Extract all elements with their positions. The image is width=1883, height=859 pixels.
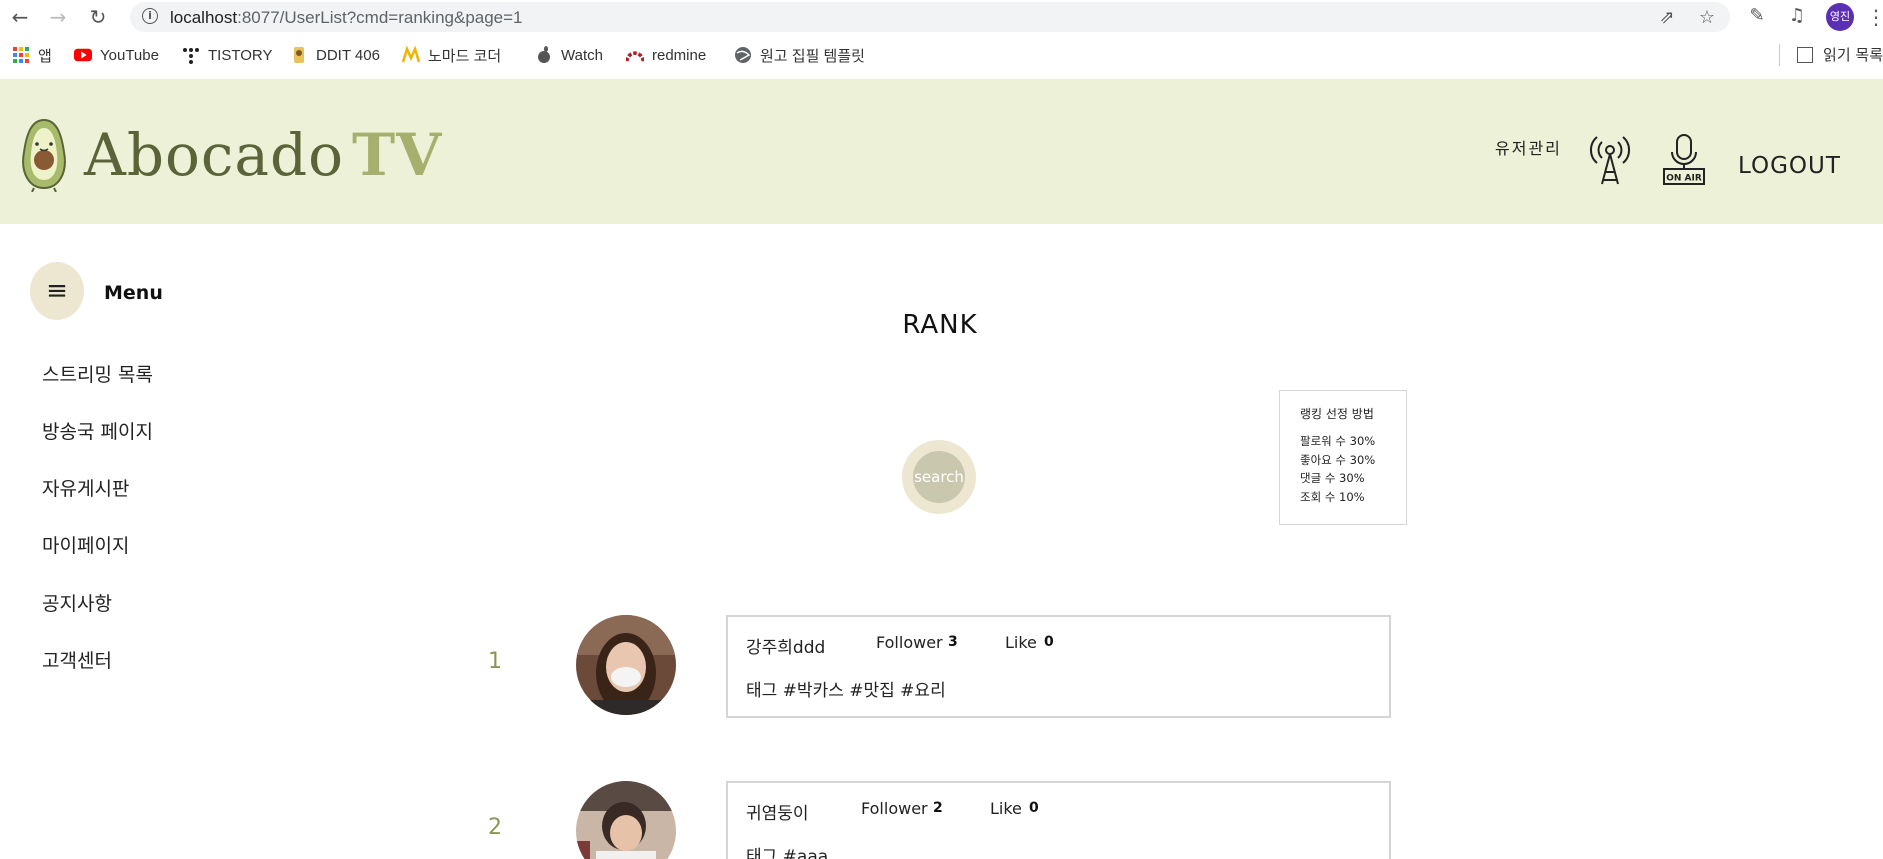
sidebar-item-streaming-list[interactable]: 스트리밍 목록: [42, 360, 153, 387]
tag-list: 태그 #박카스 #맛집 #요리: [746, 681, 946, 701]
back-arrow-icon[interactable]: ←: [8, 5, 32, 29]
media-control-icon[interactable]: ♫: [1786, 5, 1808, 27]
reading-list-icon: [1797, 46, 1814, 63]
ranking-criteria-box: 랭킹 선정 방법 팔로워 수 30% 좋아요 수 30% 댓글 수 30% 조회…: [1279, 390, 1407, 525]
avatar[interactable]: [576, 615, 676, 715]
bookmark-watch[interactable]: Watch: [535, 44, 603, 66]
globe-icon: [735, 47, 751, 63]
ranking-card[interactable]: 귀염둥이 Follower 2 Like 0 태그 #aaa: [726, 781, 1391, 859]
search-button-label: search: [913, 451, 965, 503]
bookmarks-divider: [1779, 44, 1780, 66]
url-text[interactable]: localhost:8077/UserList?cmd=ranking&page…: [170, 8, 523, 28]
site-info-icon[interactable]: i: [142, 8, 158, 24]
bookmarks-bar: 앱 YouTube TISTORY DDIT 406 노마드 코더 Watch …: [0, 38, 1883, 72]
ranking-criteria-line: 댓글 수 30%: [1300, 471, 1365, 485]
logo-text: Abocado TV: [84, 121, 443, 189]
redmine-icon: [626, 51, 644, 62]
rank-number: 1: [488, 649, 502, 674]
logout-button[interactable]: LOGOUT: [1738, 153, 1841, 179]
nomad-icon: [402, 46, 420, 63]
avatar[interactable]: [576, 781, 676, 859]
user-manage-link[interactable]: 유저관리: [1495, 135, 1562, 159]
extensions-puzzle-icon[interactable]: ✎: [1746, 5, 1768, 27]
broadcast-tower-icon[interactable]: [1588, 134, 1632, 186]
rank-number: 2: [488, 815, 502, 840]
like-label: Like: [1005, 633, 1037, 652]
follower-label: Follower: [876, 633, 943, 652]
like-count: 0: [1029, 800, 1039, 816]
browser-menu-icon[interactable]: ⋮: [1866, 3, 1883, 31]
like-count: 0: [1044, 634, 1054, 650]
search-button[interactable]: search: [902, 440, 976, 514]
on-air-label: ON AIR: [1666, 174, 1702, 184]
hamburger-menu-button[interactable]: ≡: [30, 262, 84, 320]
bookmark-ddit[interactable]: DDIT 406: [290, 44, 380, 66]
tag-list: 태그 #aaa: [746, 847, 829, 859]
ranking-criteria-line: 조회 수 10%: [1300, 489, 1365, 504]
bookmark-template[interactable]: 원고 집필 템플릿: [734, 44, 865, 66]
page-title: RANK: [902, 310, 978, 340]
ranking-card[interactable]: 강주희ddd Follower 3 Like 0 태그 #박카스 #맛집 #요리: [726, 615, 1391, 718]
on-air-mic-icon[interactable]: ON AIR: [1662, 134, 1706, 186]
site-header: Abocado TV 유저관리 ON AIR LOGOUT: [0, 79, 1883, 224]
bookmark-nomad[interactable]: 노마드 코더: [402, 44, 501, 66]
bookmark-youtube[interactable]: YouTube: [74, 44, 159, 66]
ranking-criteria-line: 팔로워 수 30%: [1300, 434, 1376, 448]
follower-label: Follower: [861, 799, 928, 818]
sidebar-item-customer-center[interactable]: 고객센터: [42, 646, 112, 673]
follower-count: 3: [948, 634, 958, 650]
apps-grid-icon: [13, 47, 29, 63]
reload-icon[interactable]: ↻: [86, 5, 110, 29]
tistory-icon: [183, 48, 199, 64]
bookmark-star-icon[interactable]: ☆: [1696, 7, 1718, 29]
forward-arrow-icon[interactable]: →: [46, 5, 70, 29]
user-photo-icon: [576, 615, 676, 715]
ranking-criteria-line: 좋아요 수 30%: [1300, 452, 1376, 467]
sidebar-item-mypage[interactable]: 마이페이지: [42, 531, 129, 558]
bookmark-redmine[interactable]: redmine: [626, 44, 706, 66]
ranking-criteria-title: 랭킹 선정 방법: [1300, 407, 1374, 421]
streamer-name[interactable]: 귀염둥이: [746, 799, 809, 824]
sidebar-item-station-page[interactable]: 방송국 페이지: [42, 417, 153, 444]
sidebar-item-free-board[interactable]: 자유게시판: [42, 474, 129, 501]
menu-label: Menu: [104, 282, 163, 304]
reading-list[interactable]: 읽기 목록: [1797, 44, 1883, 65]
site-logo[interactable]: Abocado TV: [16, 115, 442, 195]
address-bar[interactable]: i localhost:8077/UserList?cmd=ranking&pa…: [130, 2, 1730, 32]
bookmark-tistory[interactable]: TISTORY: [182, 44, 272, 66]
hamburger-icon: ≡: [46, 276, 68, 306]
browser-toolbar: ← → ↻ i localhost:8077/UserList?cmd=rank…: [0, 0, 1883, 34]
streamer-name[interactable]: 강주희ddd: [746, 633, 825, 658]
youtube-icon: [74, 48, 92, 62]
apple-icon: [538, 46, 550, 63]
profile-avatar[interactable]: 영진: [1826, 3, 1854, 31]
bookmark-apps[interactable]: 앱: [12, 44, 52, 66]
ddit-icon: [294, 47, 304, 63]
share-icon[interactable]: ⇗: [1656, 7, 1678, 29]
avocado-logo-icon: [22, 118, 66, 192]
user-photo-icon: [576, 781, 676, 859]
sidebar-item-notice[interactable]: 공지사항: [42, 589, 112, 616]
follower-count: 2: [933, 800, 943, 816]
like-label: Like: [990, 799, 1022, 818]
